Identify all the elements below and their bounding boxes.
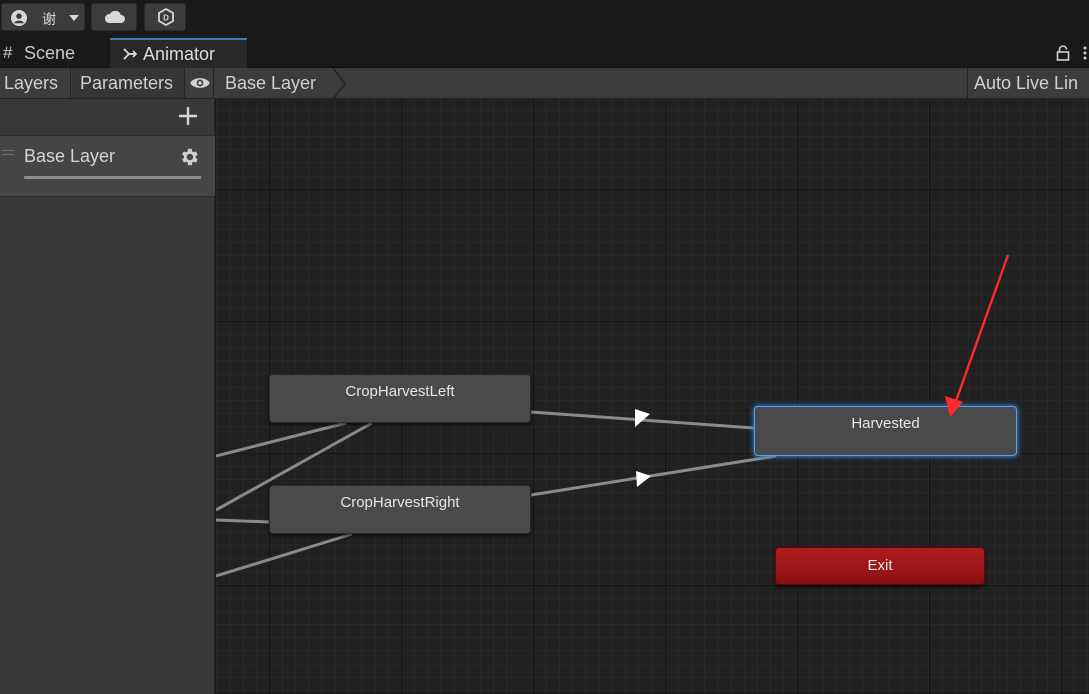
transition-line: [216, 421, 347, 458]
collab-icon: D: [158, 8, 174, 26]
gear-icon[interactable]: [178, 146, 200, 168]
account-icon: [11, 10, 27, 26]
transition-arrow-icon: [636, 471, 651, 487]
drag-handle-icon[interactable]: [2, 150, 14, 155]
layer-name: Base Layer: [24, 146, 116, 166]
layer-weight-slider[interactable]: [24, 176, 201, 179]
eye-toggle-button[interactable]: [186, 68, 214, 98]
collab-button[interactable]: D: [144, 3, 186, 31]
breadcrumb-separator-icon: [333, 68, 346, 99]
state-crop-harvest-right[interactable]: CropHarvestRight: [269, 485, 531, 534]
state-label: CropHarvestLeft: [345, 383, 455, 400]
more-options-icon[interactable]: [1082, 45, 1088, 61]
account-name: 谢: [42, 11, 56, 27]
parameters-tab[interactable]: Parameters: [72, 68, 185, 98]
tab-animator[interactable]: Animator: [110, 38, 247, 68]
account-dropdown[interactable]: 谢: [1, 3, 85, 31]
chevron-down-icon: [69, 15, 79, 21]
auto-live-link-button[interactable]: Auto Live Lin: [967, 68, 1089, 98]
tab-label: Scene: [24, 43, 76, 63]
state-label: Harvested: [851, 415, 920, 432]
transition-line: [530, 454, 777, 497]
state-label: CropHarvestRight: [340, 494, 460, 511]
svg-text:D: D: [163, 14, 169, 23]
main-toolbar: 谢 D: [0, 0, 1089, 38]
add-layer-icon[interactable]: [178, 106, 198, 126]
state-exit[interactable]: Exit: [775, 547, 985, 585]
state-label: Exit: [867, 557, 893, 574]
breadcrumb[interactable]: Base Layer: [215, 68, 345, 98]
transition-line: [216, 518, 270, 524]
state-crop-harvest-left[interactable]: CropHarvestLeft: [269, 374, 531, 423]
state-harvested[interactable]: Harvested: [754, 406, 1017, 456]
animator-graph[interactable]: CropHarvestLeft CropHarvestRight Harvest…: [216, 99, 1089, 694]
animator-toolbar: Layers Parameters Base Layer Auto Live L…: [0, 68, 1089, 99]
tab-label: Animator: [143, 44, 216, 64]
grid-icon: #: [3, 43, 13, 62]
eye-icon: [190, 78, 210, 88]
window-tab-bar: # Scene Animator: [0, 38, 1089, 68]
transition-line: [216, 532, 353, 578]
cloud-icon: [104, 10, 125, 23]
lock-icon[interactable]: [1056, 45, 1070, 61]
layers-panel: Base Layer: [0, 99, 215, 694]
layers-tab[interactable]: Layers: [0, 68, 71, 98]
tab-scene[interactable]: # Scene: [0, 38, 108, 68]
transition-arrow-icon: [635, 409, 650, 427]
animator-icon: [123, 48, 138, 60]
layer-item[interactable]: Base Layer: [0, 135, 215, 197]
cloud-button[interactable]: [91, 3, 137, 31]
